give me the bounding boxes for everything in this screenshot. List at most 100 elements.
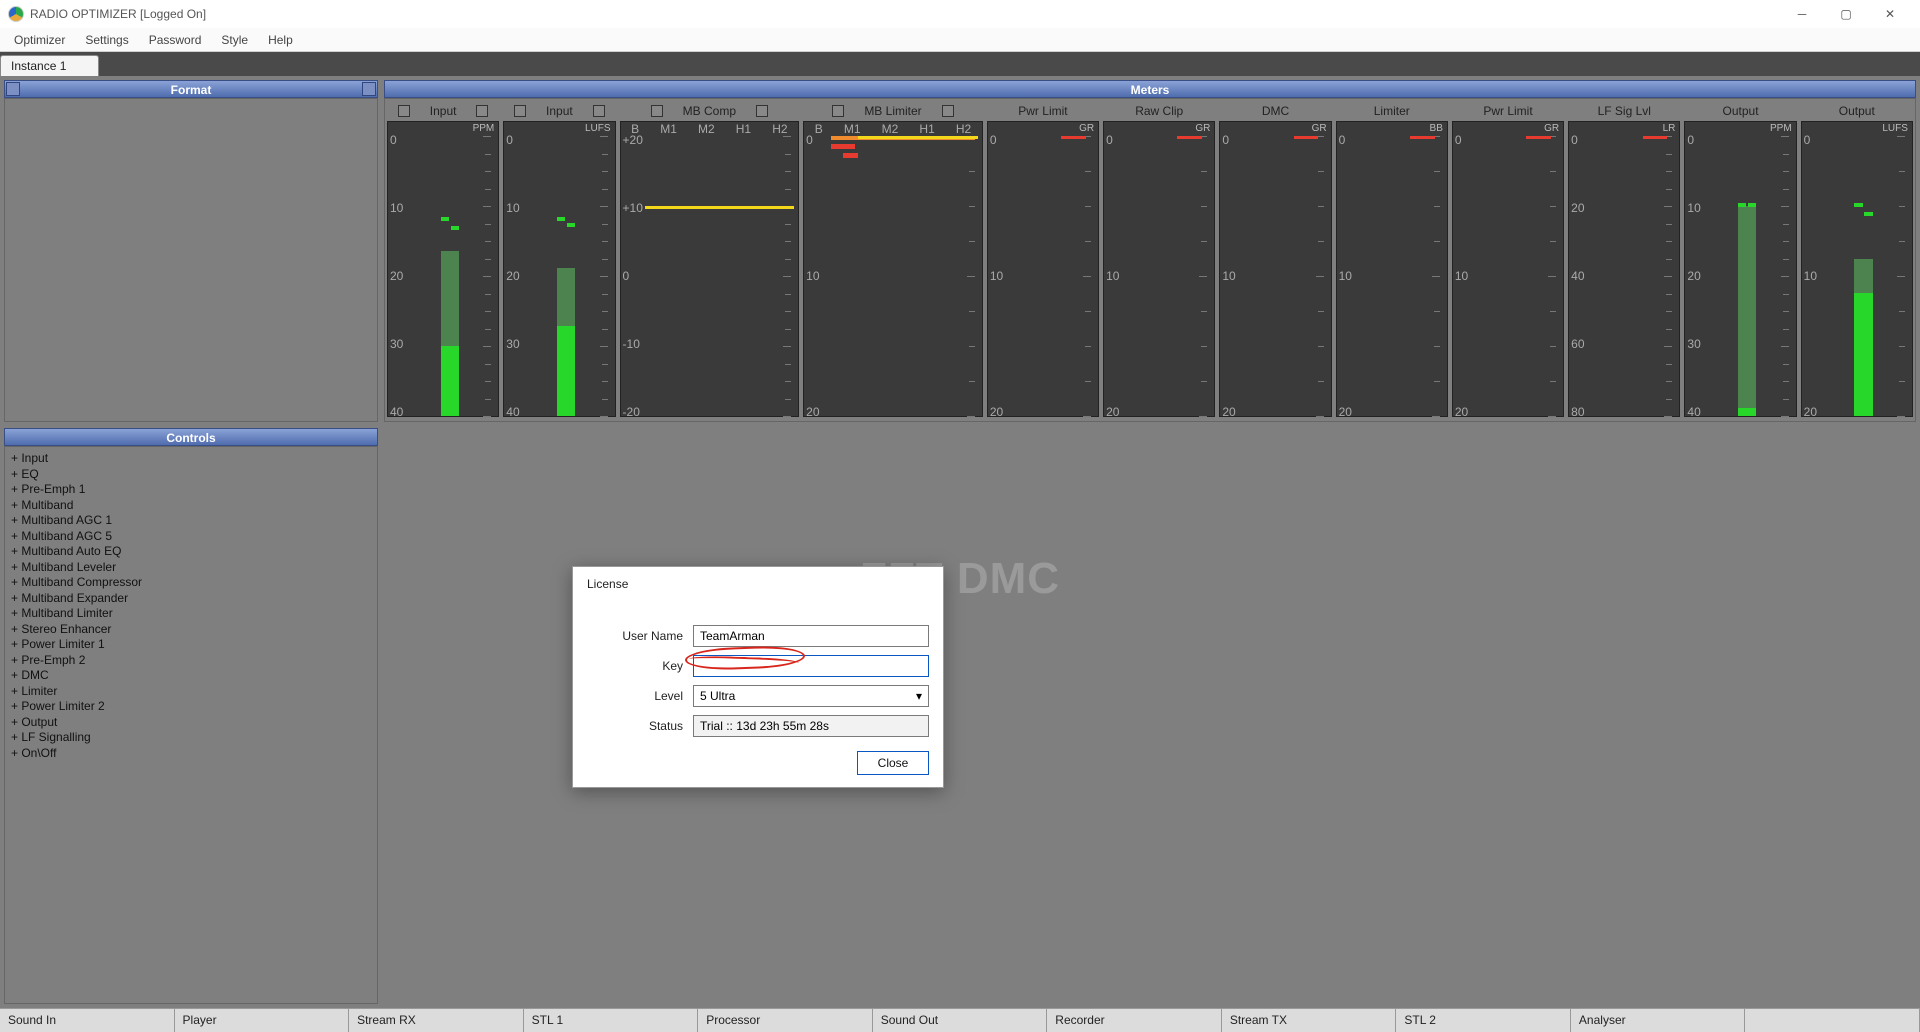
format-panel: Format (4, 80, 378, 422)
meter-checkbox[interactable] (593, 105, 605, 117)
close-button[interactable]: ✕ (1868, 0, 1912, 28)
meter-head: LUFS (504, 122, 614, 136)
controls-item[interactable]: + EQ (11, 467, 371, 483)
controls-header: Controls (4, 428, 378, 446)
meter-checkbox[interactable] (476, 105, 488, 117)
format-header-button-left[interactable] (6, 82, 20, 96)
meter-title: MB Limiter (864, 104, 921, 118)
bottom-tab[interactable]: Player (175, 1009, 350, 1032)
license-status-value: Trial :: 13d 23h 55m 28s (693, 715, 929, 737)
chevron-down-icon: ▾ (916, 689, 922, 703)
bottom-tab[interactable]: Stream TX (1222, 1009, 1397, 1032)
meter-raw-clip-5: Raw ClipGR01020 (1103, 103, 1215, 417)
meter-head: GR (1220, 122, 1330, 136)
license-level-select[interactable]: 5 Ultra ▾ (693, 685, 929, 707)
bottom-tab[interactable]: Sound Out (873, 1009, 1048, 1032)
bottom-tab[interactable]: Recorder (1047, 1009, 1222, 1032)
meter-pwr-limit-4: Pwr LimitGR01020 (987, 103, 1099, 417)
bottom-tab[interactable]: Analyser (1571, 1009, 1746, 1032)
meter-checkbox[interactable] (398, 105, 410, 117)
minimize-button[interactable]: ─ (1780, 0, 1824, 28)
meters-panel: Meters InputPPM010203040InputLUFS0102030… (384, 80, 1916, 422)
controls-item[interactable]: + On\Off (11, 746, 371, 762)
menu-password[interactable]: Password (139, 30, 212, 50)
controls-body: + Input+ EQ+ Pre-Emph 1+ Multiband+ Mult… (4, 446, 378, 1004)
controls-panel: Controls + Input+ EQ+ Pre-Emph 1+ Multib… (4, 428, 378, 1004)
license-close-button[interactable]: Close (857, 751, 929, 775)
menu-settings[interactable]: Settings (75, 30, 138, 50)
meter-output-10: OutputPPM010203040 (1684, 103, 1796, 417)
meter-checkbox[interactable] (942, 105, 954, 117)
meter-limiter-7: LimiterBB01020 (1336, 103, 1448, 417)
license-level-label: Level (587, 689, 693, 703)
controls-item[interactable]: + DMC (11, 668, 371, 684)
meter-checkbox[interactable] (756, 105, 768, 117)
meter-title: MB Comp (683, 104, 736, 118)
controls-item[interactable]: + Power Limiter 1 (11, 637, 371, 653)
instance-tabbar: Instance 1 (0, 52, 1920, 76)
bottom-tab[interactable] (1745, 1009, 1920, 1032)
license-key-label: Key (587, 659, 693, 673)
meter-title: Output (1839, 104, 1875, 118)
meter-checkbox[interactable] (651, 105, 663, 117)
meter-head: GR (1453, 122, 1563, 136)
meter-head: GR (988, 122, 1098, 136)
controls-item[interactable]: + Multiband Auto EQ (11, 544, 371, 560)
meter-input-1: InputLUFS010203040 (503, 103, 615, 417)
meter-checkbox[interactable] (832, 105, 844, 117)
format-header-button-right[interactable] (362, 82, 376, 96)
tab-instance-1[interactable]: Instance 1 (0, 55, 99, 76)
app-logo-icon (8, 6, 24, 22)
controls-item[interactable]: + LF Signalling (11, 730, 371, 746)
license-dialog-title: License (573, 567, 943, 621)
maximize-button[interactable]: ▢ (1824, 0, 1868, 28)
controls-item[interactable]: + Output (11, 715, 371, 731)
controls-item[interactable]: + Input (11, 451, 371, 467)
meter-head: PPM (1685, 122, 1795, 136)
meters-header: Meters (384, 80, 1916, 98)
controls-item[interactable]: + Stereo Enhancer (11, 622, 371, 638)
controls-item[interactable]: + Multiband Limiter (11, 606, 371, 622)
window-title: RADIO OPTIMIZER [Logged On] (30, 7, 1780, 21)
menu-optimizer[interactable]: Optimizer (4, 30, 75, 50)
menu-help[interactable]: Help (258, 30, 303, 50)
meter-title: Input (546, 104, 573, 118)
meters-title: Meters (1131, 83, 1170, 97)
meter-title: Pwr Limit (1483, 104, 1532, 118)
meter-pwr-limit-8: Pwr LimitGR01020 (1452, 103, 1564, 417)
bottom-tab[interactable]: Stream RX (349, 1009, 524, 1032)
format-header: Format (4, 80, 378, 98)
meter-head: BM1M2H1H2 (804, 122, 982, 136)
bottom-tab[interactable]: Sound In (0, 1009, 175, 1032)
meter-head: LR (1569, 122, 1679, 136)
meter-head: BB (1337, 122, 1447, 136)
format-title: Format (171, 83, 212, 97)
meters-body: InputPPM010203040InputLUFS010203040MB Co… (384, 98, 1916, 422)
controls-item[interactable]: + Multiband AGC 1 (11, 513, 371, 529)
meter-title: LF Sig Lvl (1598, 104, 1651, 118)
bottom-tab[interactable]: STL 2 (1396, 1009, 1571, 1032)
license-user-label: User Name (587, 629, 693, 643)
titlebar: RADIO OPTIMIZER [Logged On] ─ ▢ ✕ (0, 0, 1920, 28)
meter-title: Input (430, 104, 457, 118)
controls-item[interactable]: + Multiband (11, 498, 371, 514)
workspace: Format Meters InputPPM010203040InputLUFS… (0, 76, 1920, 1008)
controls-item[interactable]: + Pre-Emph 1 (11, 482, 371, 498)
meter-checkbox[interactable] (514, 105, 526, 117)
menu-style[interactable]: Style (211, 30, 258, 50)
controls-item[interactable]: + Multiband Leveler (11, 560, 371, 576)
controls-item[interactable]: + Limiter (11, 684, 371, 700)
meter-title: Raw Clip (1135, 104, 1183, 118)
bottom-tabs: Sound InPlayerStream RXSTL 1ProcessorSou… (0, 1008, 1920, 1032)
bottom-tab[interactable]: STL 1 (524, 1009, 699, 1032)
controls-item[interactable]: + Multiband AGC 5 (11, 529, 371, 545)
controls-item[interactable]: + Multiband Expander (11, 591, 371, 607)
controls-item[interactable]: + Multiband Compressor (11, 575, 371, 591)
meter-mb-limiter-3: MB LimiterBM1M2H1H201020 (803, 103, 983, 417)
controls-item[interactable]: + Pre-Emph 2 (11, 653, 371, 669)
license-user-input[interactable] (693, 625, 929, 647)
bottom-tab[interactable]: Processor (698, 1009, 873, 1032)
controls-item[interactable]: + Power Limiter 2 (11, 699, 371, 715)
meter-title: Limiter (1374, 104, 1410, 118)
license-status-label: Status (587, 719, 693, 733)
